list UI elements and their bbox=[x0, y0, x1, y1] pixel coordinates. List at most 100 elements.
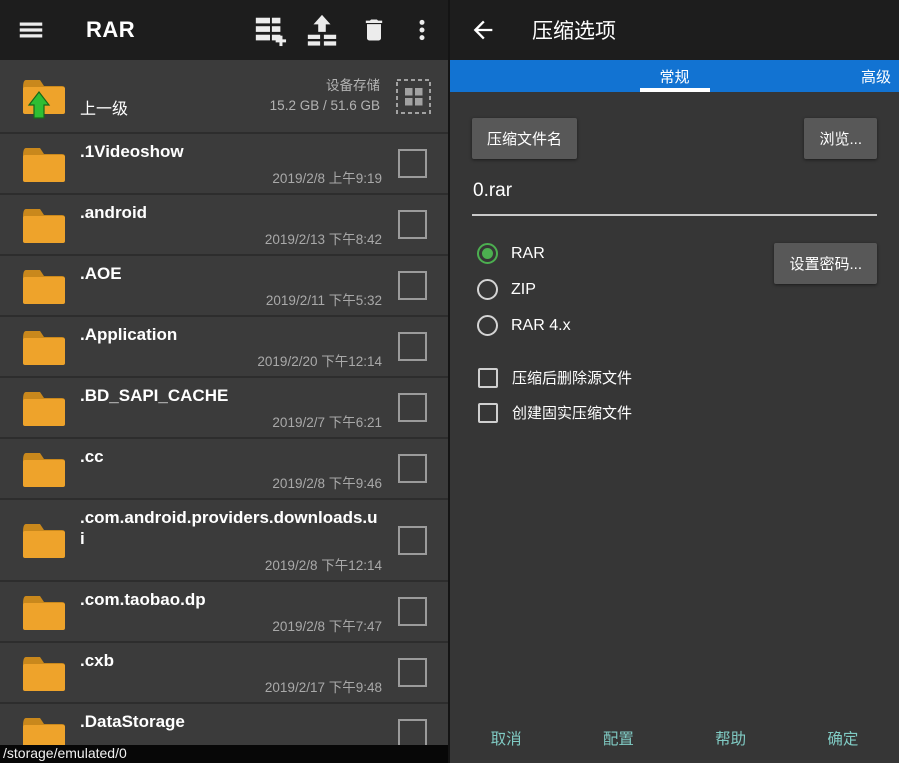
list-item[interactable]: .1Videoshow 2019/2/8 上午9:19 bbox=[0, 134, 448, 195]
checkbox-delete-source[interactable]: 压缩后删除源文件 bbox=[472, 367, 632, 388]
archive-name-button[interactable]: 压缩文件名 bbox=[472, 118, 577, 159]
radio-circle-icon bbox=[477, 315, 498, 336]
toolbar-icons bbox=[244, 7, 444, 53]
radio-rar-label: RAR bbox=[511, 245, 545, 263]
cancel-button[interactable]: 取消 bbox=[450, 713, 562, 763]
radio-zip-label: ZIP bbox=[511, 281, 536, 299]
row-checkbox[interactable] bbox=[398, 332, 427, 361]
file-date: 2019/2/7 下午6:21 bbox=[80, 411, 382, 431]
folder-icon bbox=[20, 327, 68, 367]
tab-bar: 常规 高级 bbox=[450, 60, 899, 92]
tab-advanced[interactable]: 高级 bbox=[861, 60, 891, 92]
ok-button[interactable]: 确定 bbox=[787, 713, 899, 763]
more-vert-icon[interactable] bbox=[400, 7, 444, 53]
file-name: .DataStorage bbox=[80, 711, 382, 732]
list-item[interactable]: .android 2019/2/13 下午8:42 bbox=[0, 195, 448, 256]
row-checkbox[interactable] bbox=[398, 149, 427, 178]
folder-icon bbox=[20, 449, 68, 489]
radio-rar4x[interactable]: RAR 4.x bbox=[472, 315, 571, 336]
radio-circle-icon bbox=[477, 279, 498, 300]
file-list: 上一级 设备存储 15.2 GB / 51.6 GB .1Videoshow 20… bbox=[0, 60, 448, 763]
list-item[interactable]: .AOE 2019/2/11 下午5:32 bbox=[0, 256, 448, 317]
file-name: .android bbox=[80, 202, 382, 223]
file-name: .com.android.providers.downloads.ui bbox=[80, 507, 382, 550]
folder-icon bbox=[20, 653, 68, 693]
list-item[interactable]: .cxb 2019/2/17 下午9:48 bbox=[0, 643, 448, 704]
file-name: .1Videoshow bbox=[80, 141, 382, 162]
row-checkbox[interactable] bbox=[398, 393, 427, 422]
row-checkbox[interactable] bbox=[398, 719, 427, 748]
row-checkbox[interactable] bbox=[398, 454, 427, 483]
radio-zip[interactable]: ZIP bbox=[472, 279, 536, 300]
path-bar: /storage/emulated/0 bbox=[0, 745, 448, 763]
list-item[interactable]: .Application 2019/2/20 下午12:14 bbox=[0, 317, 448, 378]
select-all-grid-icon[interactable] bbox=[395, 78, 432, 115]
tab-advanced-label: 高级 bbox=[861, 66, 891, 87]
storage-info: 设备存储 15.2 GB / 51.6 GB bbox=[270, 76, 380, 117]
file-date: 2019/2/11 下午5:32 bbox=[80, 289, 382, 309]
options-group: 压缩后删除源文件 创建固实压缩文件 bbox=[472, 367, 877, 423]
file-date: 2019/2/8 下午12:14 bbox=[80, 554, 382, 574]
help-button[interactable]: 帮助 bbox=[675, 713, 787, 763]
dialog-title: 压缩选项 bbox=[532, 15, 616, 45]
file-name: .cxb bbox=[80, 650, 382, 671]
file-name: .Application bbox=[80, 324, 382, 345]
list-item[interactable]: .com.taobao.dp 2019/2/8 下午7:47 bbox=[0, 582, 448, 643]
menu-icon[interactable] bbox=[8, 7, 54, 53]
format-group: RAR ZIP RAR 4.x 设置密码... bbox=[472, 243, 877, 336]
checkbox-solid-archive[interactable]: 创建固实压缩文件 bbox=[472, 402, 632, 423]
row-checkbox[interactable] bbox=[398, 271, 427, 300]
file-date: 2019/2/13 下午8:42 bbox=[80, 228, 382, 248]
checkbox-icon bbox=[478, 368, 498, 388]
row-checkbox[interactable] bbox=[398, 210, 427, 239]
archive-filename-input[interactable]: 0.rar bbox=[472, 180, 877, 216]
extract-icon[interactable] bbox=[296, 7, 348, 53]
dialog-toolbar: 压缩选项 bbox=[450, 0, 899, 60]
file-date: 2019/2/8 下午9:46 bbox=[80, 472, 382, 492]
file-browser-pane: RAR bbox=[0, 0, 450, 763]
parent-label: 上一级 bbox=[80, 95, 128, 119]
checkbox-icon bbox=[478, 403, 498, 423]
browser-toolbar: RAR bbox=[0, 0, 448, 60]
file-name: .AOE bbox=[80, 263, 382, 284]
folder-icon bbox=[20, 520, 68, 560]
list-item[interactable]: .com.android.providers.downloads.ui 2019/… bbox=[0, 500, 448, 582]
file-name: .com.taobao.dp bbox=[80, 589, 382, 610]
list-item[interactable]: .cc 2019/2/8 下午9:46 bbox=[0, 439, 448, 500]
folder-icon bbox=[20, 205, 68, 245]
trash-icon[interactable] bbox=[348, 7, 400, 53]
radio-circle-selected-icon bbox=[477, 243, 498, 264]
checkbox-delete-source-label: 压缩后删除源文件 bbox=[512, 367, 632, 388]
add-archive-icon[interactable] bbox=[244, 7, 296, 53]
file-date: 2019/2/20 下午12:14 bbox=[80, 350, 382, 370]
folder-icon bbox=[20, 144, 68, 184]
row-checkbox[interactable] bbox=[398, 526, 427, 555]
config-button[interactable]: 配置 bbox=[562, 713, 674, 763]
storage-label: 设备存储 bbox=[270, 76, 380, 96]
dialog-footer: 取消 配置 帮助 确定 bbox=[450, 713, 899, 763]
row-checkbox[interactable] bbox=[398, 658, 427, 687]
file-name: .BD_SAPI_CACHE bbox=[80, 385, 382, 406]
parent-folder-up-icon bbox=[20, 76, 68, 116]
set-password-button[interactable]: 设置密码... bbox=[774, 243, 877, 284]
storage-value: 15.2 GB / 51.6 GB bbox=[270, 96, 380, 116]
file-date: 2019/2/8 上午9:19 bbox=[80, 167, 382, 187]
file-date: 2019/2/8 下午7:47 bbox=[80, 615, 382, 635]
active-tab-underline bbox=[640, 88, 710, 92]
file-date: 2019/2/17 下午9:48 bbox=[80, 676, 382, 696]
dialog-body: 压缩文件名 浏览... 0.rar RAR ZIP RAR 4.x 设置密码..… bbox=[450, 92, 899, 713]
list-item[interactable]: .BD_SAPI_CACHE 2019/2/7 下午6:21 bbox=[0, 378, 448, 439]
list-item-parent[interactable]: 上一级 设备存储 15.2 GB / 51.6 GB bbox=[0, 60, 448, 134]
folder-icon bbox=[20, 388, 68, 428]
radio-rar4x-label: RAR 4.x bbox=[511, 317, 571, 335]
radio-rar[interactable]: RAR bbox=[472, 243, 545, 264]
back-arrow-icon[interactable] bbox=[460, 7, 506, 53]
row-checkbox[interactable] bbox=[398, 597, 427, 626]
compression-options-dialog: 压缩选项 常规 高级 压缩文件名 浏览... 0.rar RAR bbox=[450, 0, 899, 763]
browse-button[interactable]: 浏览... bbox=[804, 118, 877, 159]
tab-general-label: 常规 bbox=[659, 66, 689, 87]
folder-icon bbox=[20, 266, 68, 306]
checkbox-solid-archive-label: 创建固实压缩文件 bbox=[512, 402, 632, 423]
file-name: .cc bbox=[80, 446, 382, 467]
app-title: RAR bbox=[86, 17, 135, 43]
